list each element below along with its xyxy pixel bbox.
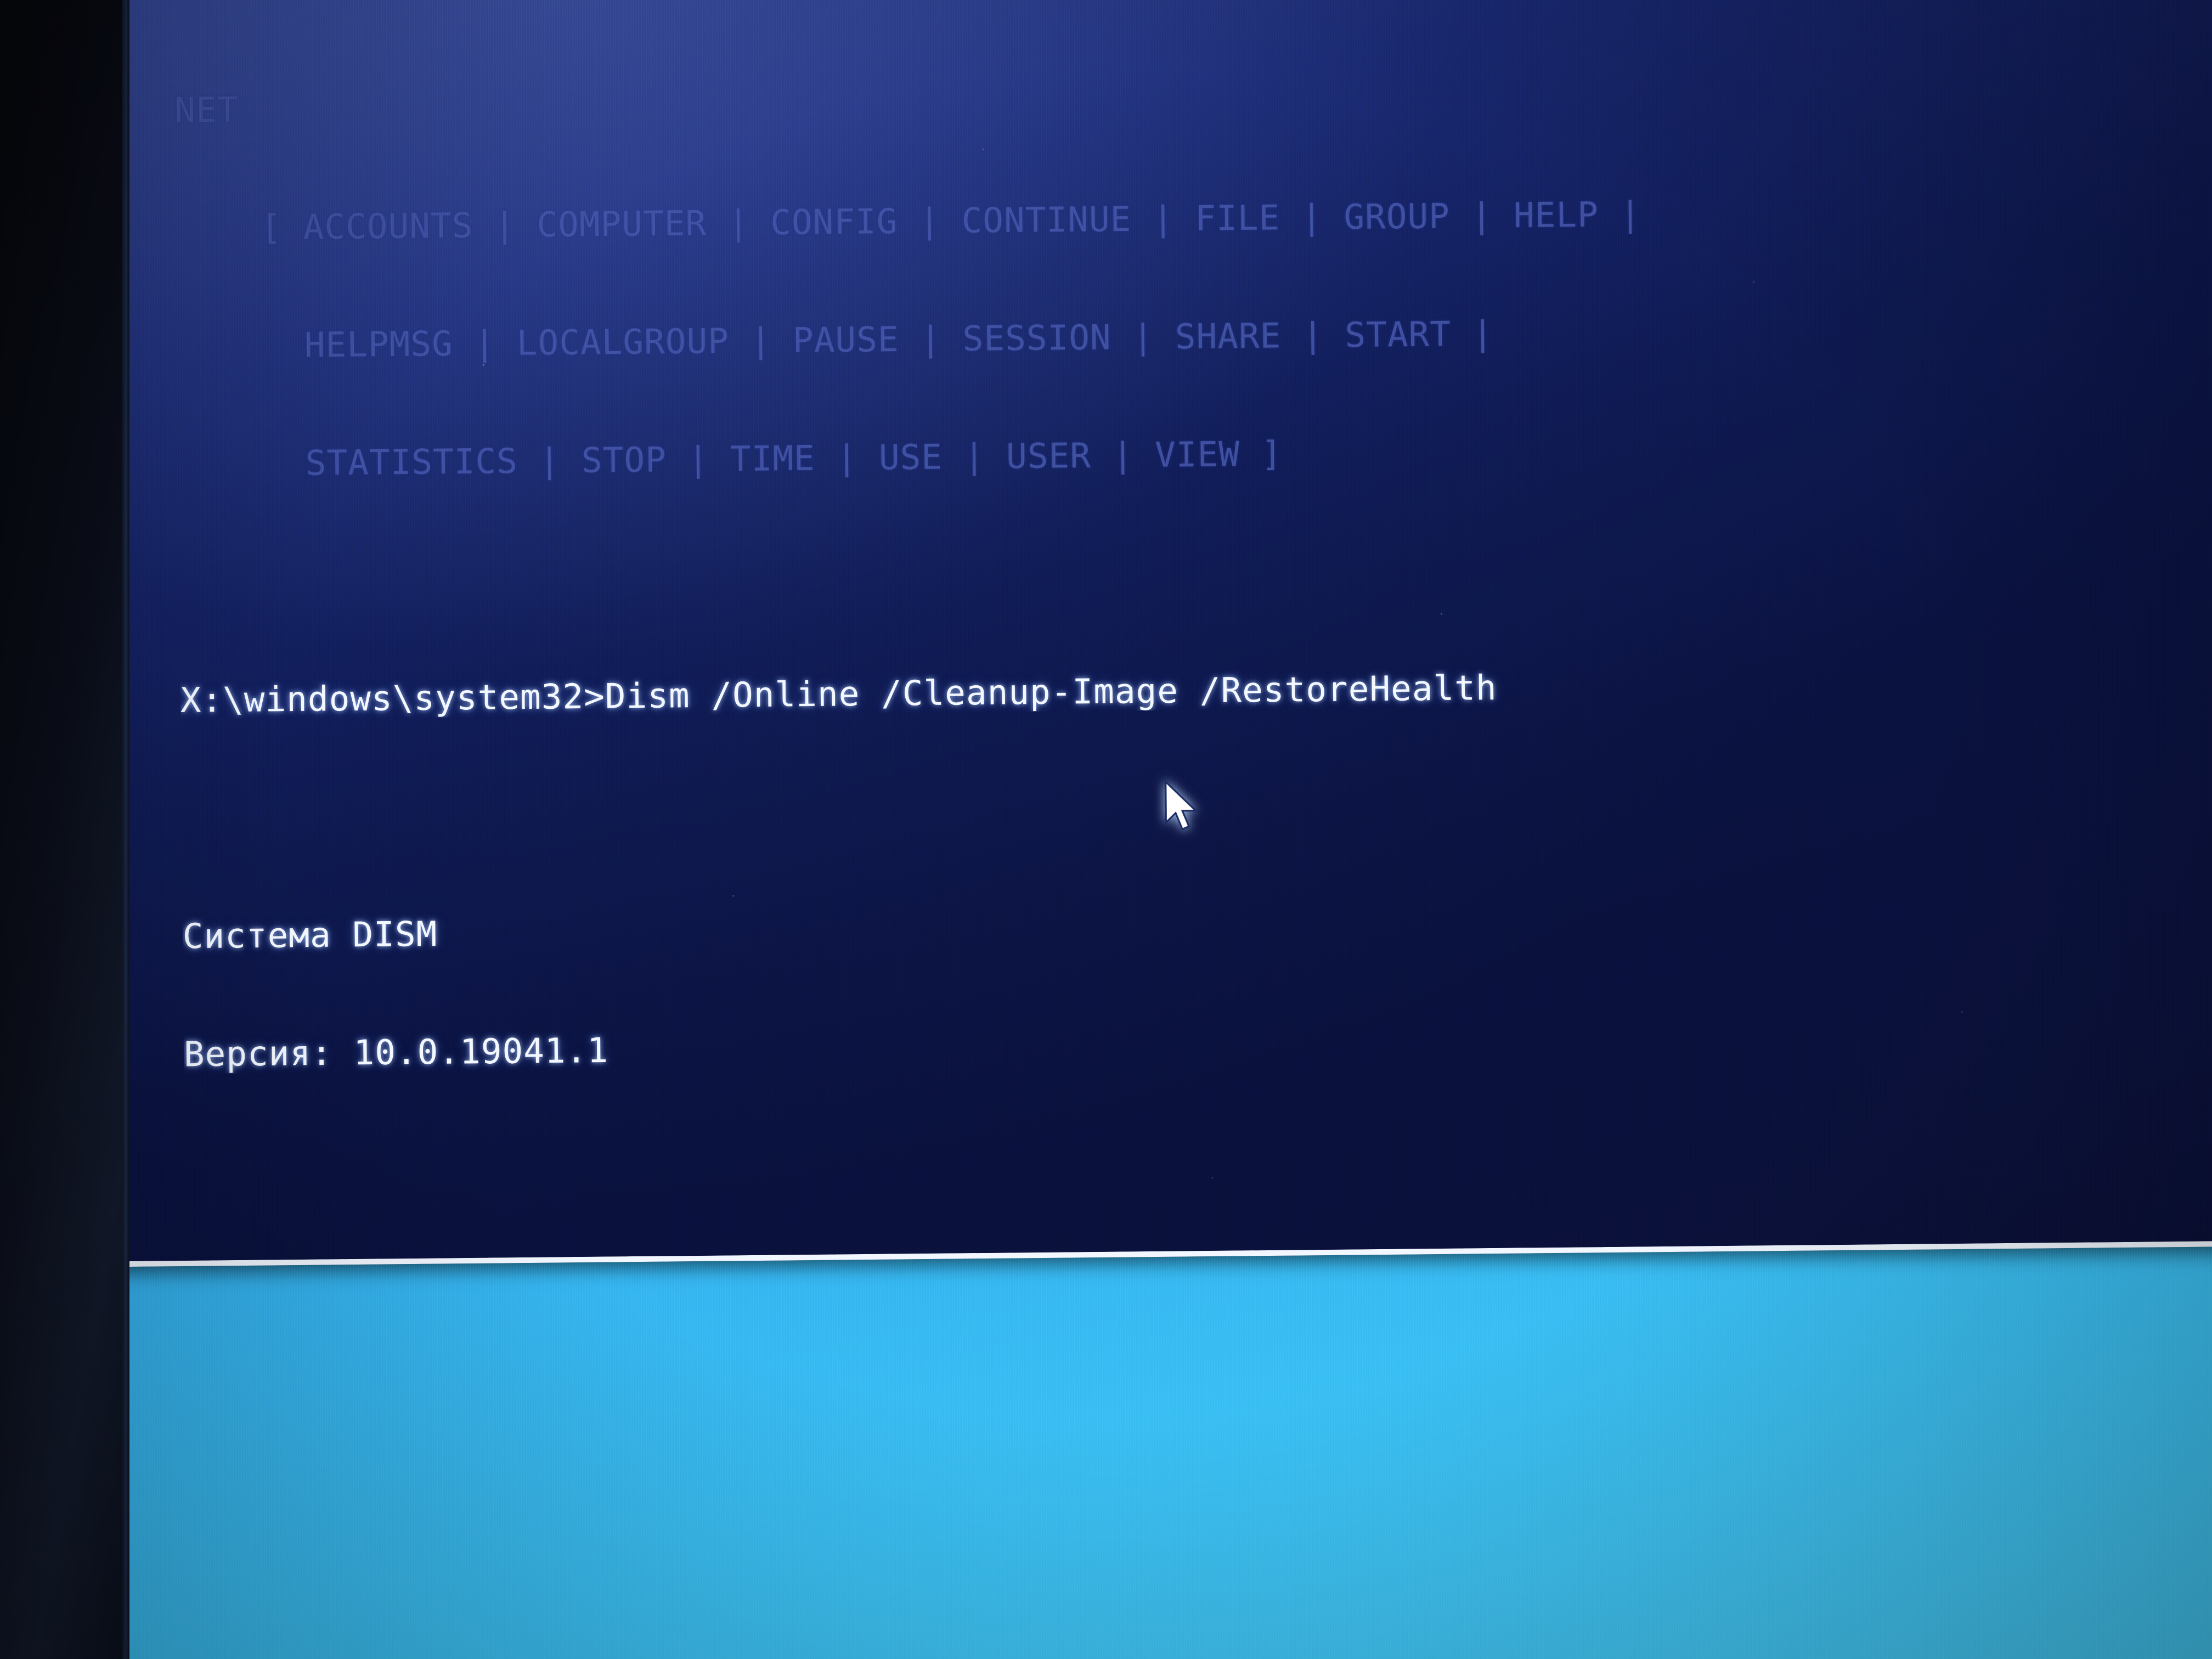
winre-desktop[interactable]: NET [ ACCOUNTS | COMPUTER | CONFIG | CON… — [129, 0, 2212, 1659]
console-line-net-opts-2: HELPMSG | LOCALGROUP | PAUSE | SESSION |… — [177, 313, 1494, 366]
arrow-cursor — [1165, 780, 1198, 831]
monitor-bezel-left — [0, 0, 127, 1659]
console-line-prompt-dism: X:\windows\system32>Dism /Online /Cleanu… — [180, 667, 1497, 720]
monitor-photo: NET [ ACCOUNTS | COMPUTER | CONFIG | CON… — [0, 0, 2212, 1659]
console-line-net-title: NET — [174, 89, 239, 130]
monitor-bezel-edge — [122, 0, 129, 1659]
console-line-dism-system: Система DISM — [182, 913, 438, 956]
command-prompt-window[interactable]: NET [ ACCOUNTS | COMPUTER | CONFIG | CON… — [129, 0, 2212, 1267]
console-line-dism-version: Версия: 10.0.19041.1 — [183, 1030, 609, 1074]
console-line-net-opts-1: [ ACCOUNTS | COMPUTER | CONFIG | CONTINU… — [176, 194, 1641, 248]
console-line-image-version: Версия образа: 10.0.19041.1 — [186, 1251, 2212, 1267]
console-output[interactable]: NET [ ACCOUNTS | COMPUTER | CONFIG | CON… — [174, 0, 2212, 1267]
console-blank-1 — [179, 543, 2212, 602]
console-blank-3 — [185, 1132, 2212, 1192]
console-line-net-opts-3: STATISTICS | STOP | TIME | USE | USER | … — [178, 433, 1283, 484]
